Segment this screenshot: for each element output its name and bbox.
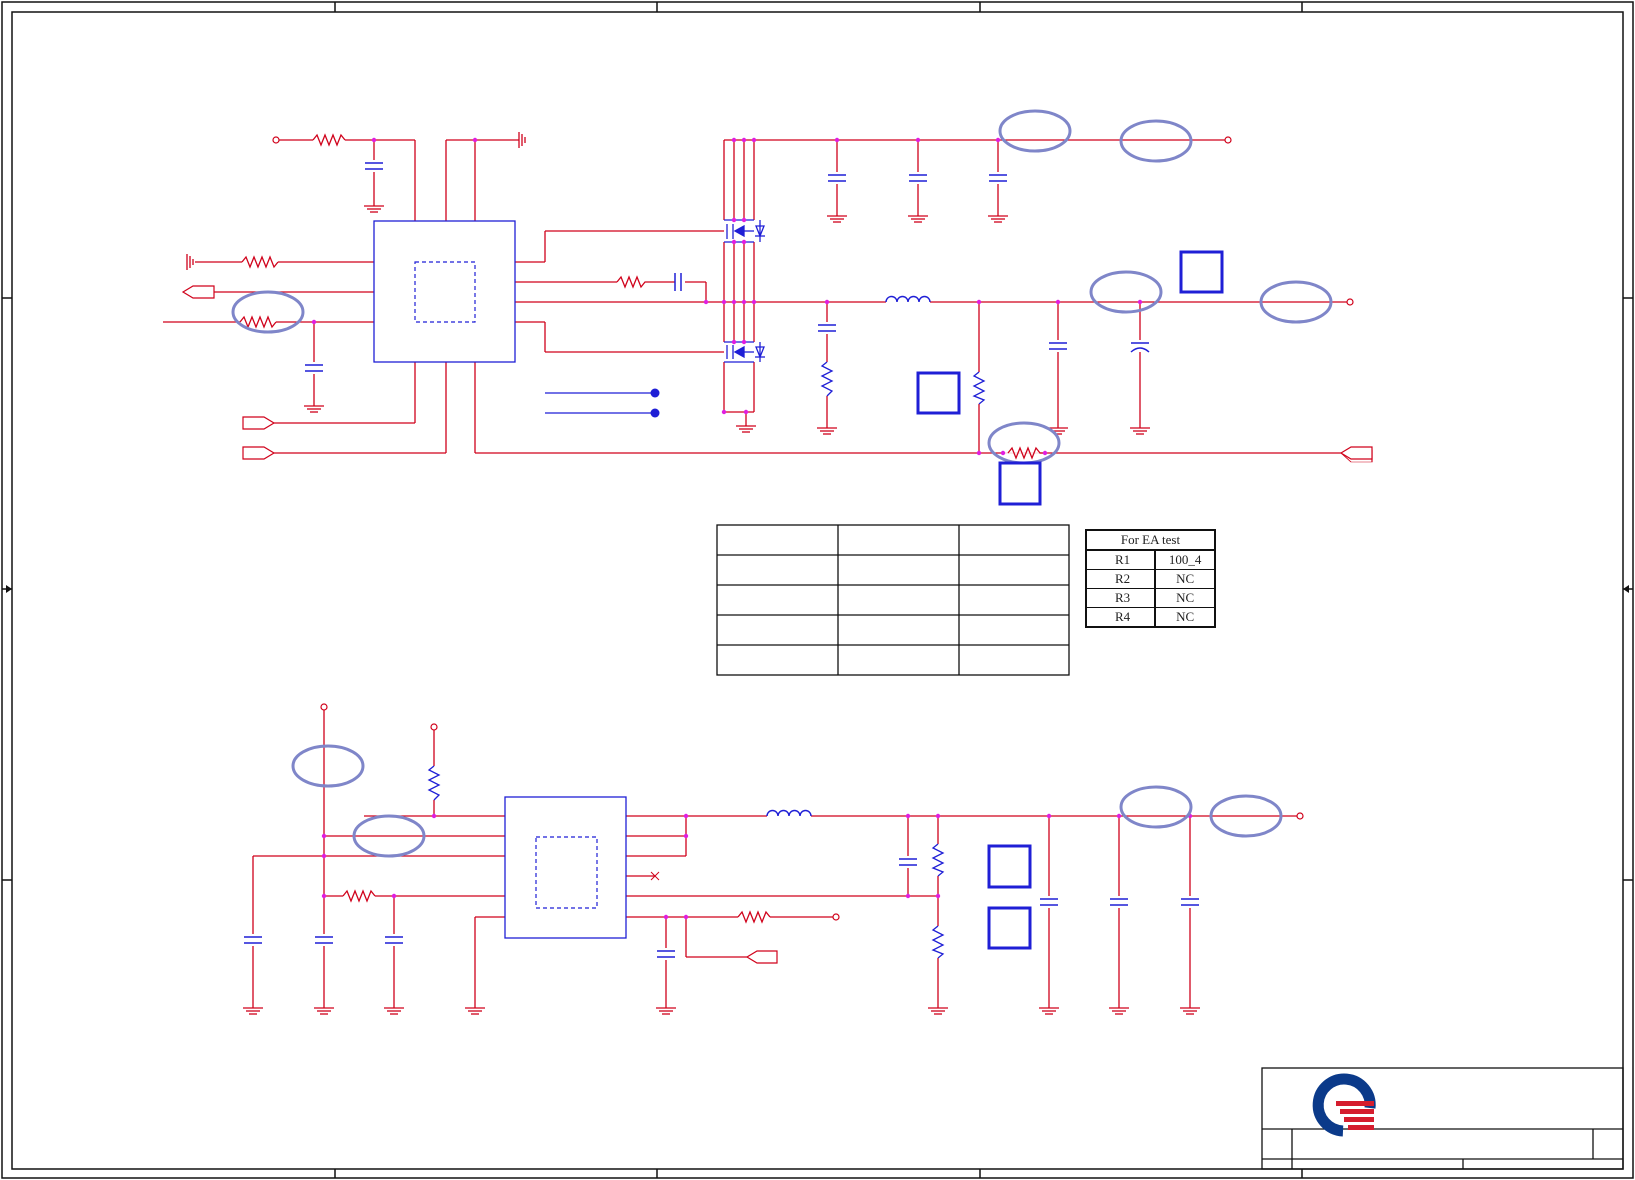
top-offpage-connectors bbox=[181, 285, 1373, 463]
low-side-mosfet bbox=[724, 341, 765, 363]
bottom-grounds bbox=[242, 999, 1201, 1015]
pwm-controller-ic bbox=[373, 220, 516, 363]
table-row: R2 NC bbox=[1085, 569, 1216, 589]
test-net-lines bbox=[545, 392, 655, 414]
vout-terminal-mid bbox=[1346, 298, 1354, 306]
ea-table-title: For EA test bbox=[1085, 529, 1216, 551]
ea-value-r2: NC bbox=[1154, 569, 1216, 589]
output-inductor bbox=[885, 295, 931, 303]
pg-offpage-connector bbox=[745, 950, 778, 964]
regulator-ic bbox=[504, 796, 627, 939]
bottom-junctions bbox=[321, 813, 1193, 920]
table-row: R3 NC bbox=[1085, 588, 1216, 608]
top-circuit-wires bbox=[163, 139, 1348, 454]
bottom-annotation-boxes bbox=[987, 844, 1032, 950]
vout-terminal-bottom bbox=[1296, 812, 1304, 820]
ea-value-r4: NC bbox=[1154, 607, 1216, 628]
top-annotation-boxes bbox=[916, 250, 1224, 506]
schematic-sheet bbox=[1, 1, 1634, 1179]
bottom-capacitors bbox=[243, 858, 1200, 958]
vout-terminal-top bbox=[1224, 136, 1232, 144]
company-logo-icon bbox=[1312, 1073, 1376, 1137]
test-point-2 bbox=[650, 408, 660, 418]
bottom-annotation-ellipses bbox=[291, 744, 1283, 858]
vin-terminal-bottom bbox=[320, 703, 328, 711]
zone-marker-left bbox=[6, 585, 12, 593]
pg-terminal-bottom bbox=[832, 913, 840, 921]
ea-ref-r3: R3 bbox=[1085, 588, 1157, 608]
ea-value-r1: 100_4 bbox=[1154, 549, 1216, 570]
table-row: R4 NC bbox=[1085, 607, 1216, 628]
sheet-frame bbox=[1, 1, 1634, 1179]
ea-ref-r1: R1 bbox=[1085, 549, 1157, 570]
table-row: R1 100_4 bbox=[1085, 549, 1216, 570]
high-side-mosfet bbox=[724, 219, 765, 243]
blank-grid-table bbox=[716, 524, 1070, 676]
vin-terminal bbox=[272, 136, 280, 144]
ea-ref-r4: R4 bbox=[1085, 607, 1157, 628]
ea-ref-r2: R2 bbox=[1085, 569, 1157, 589]
pullup-terminal-bottom bbox=[430, 723, 438, 731]
test-point-1 bbox=[650, 388, 660, 398]
zone-marker-right bbox=[1623, 585, 1629, 593]
bottom-output-inductor bbox=[766, 809, 812, 817]
ea-test-table: For EA test R1 100_4 R2 NC R3 NC R4 NC bbox=[1085, 529, 1216, 628]
ea-value-r3: NC bbox=[1154, 588, 1216, 608]
